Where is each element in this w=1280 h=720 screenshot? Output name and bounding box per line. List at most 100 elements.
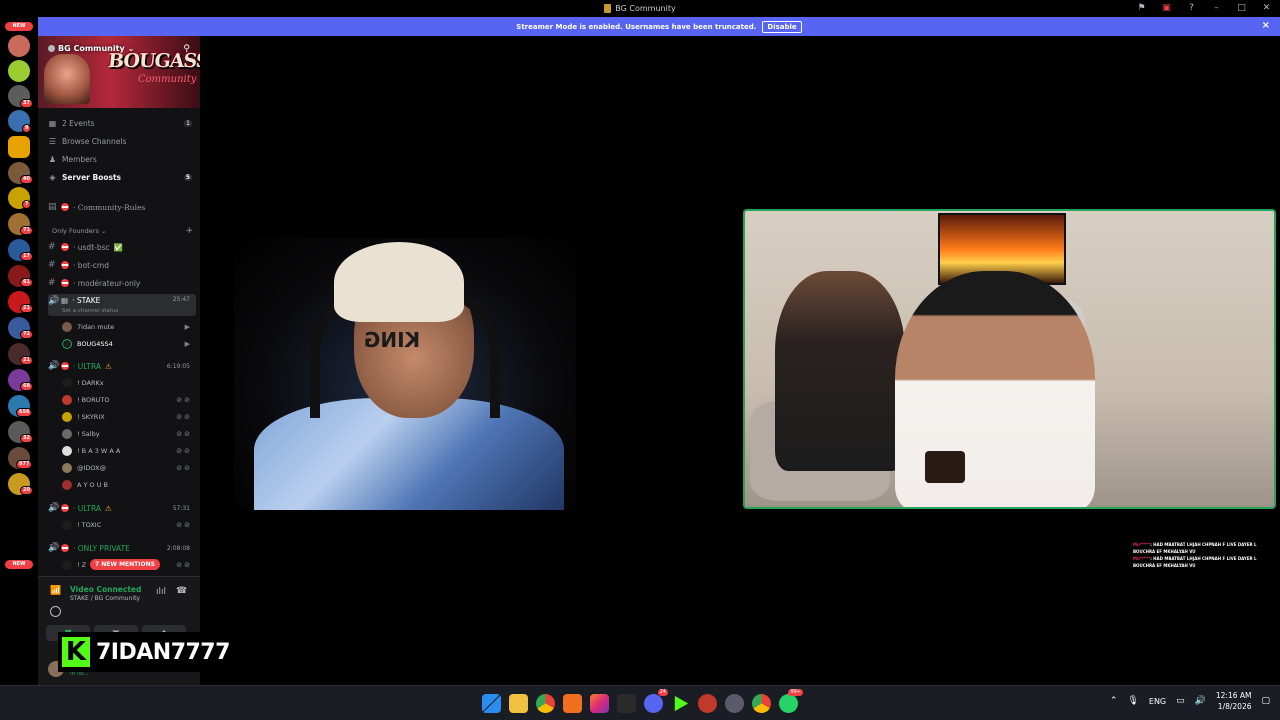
muted-deafened-icons: ⊘⊘ bbox=[176, 430, 192, 438]
muted-deafened-icons: ⊘⊘ bbox=[176, 464, 192, 472]
chat-text: : HAD MBATBAT LHJAH CHPNAH F LIVE DAYER … bbox=[1133, 542, 1257, 554]
avatar bbox=[62, 378, 72, 388]
chevron-down-icon: ⌄ bbox=[127, 44, 135, 53]
whatsapp-icon[interactable]: 99+ bbox=[779, 689, 803, 713]
minimize-icon[interactable]: – bbox=[1211, 2, 1222, 14]
events-count: 1 bbox=[184, 119, 192, 127]
server-boosts-link[interactable]: ◈ Server Boosts 5 bbox=[48, 170, 196, 184]
disable-streamer-mode-button[interactable]: Disable bbox=[762, 20, 802, 33]
server-badge: 20 bbox=[20, 486, 33, 495]
app-icon[interactable] bbox=[617, 694, 636, 713]
voice-user-row[interactable]: BOUG4SS4 ▶ bbox=[62, 337, 196, 351]
help-icon[interactable]: ? bbox=[1186, 2, 1197, 14]
microphone-icon[interactable]: 🎙 bbox=[1127, 696, 1138, 706]
inbox-icon[interactable]: ⚑ bbox=[1136, 2, 1147, 14]
channel-status-hint[interactable]: Set a channel status bbox=[62, 308, 118, 314]
channel-sidebar: BOUGASSAA Community BG Community ⌄ ⚲ ▦ 2… bbox=[38, 36, 200, 685]
voice-user-row[interactable]: ! DARKx bbox=[62, 376, 196, 390]
streamer-mode-banner: Streamer Mode is enabled. Usernames have… bbox=[38, 17, 1280, 36]
channel-timer: 2:08:08 bbox=[166, 544, 190, 552]
no-entry-icon bbox=[61, 279, 69, 287]
text-channel-icon: # bbox=[48, 242, 56, 252]
voice-status[interactable]: Video Connected bbox=[70, 585, 141, 594]
channel-usdt-bsc[interactable]: # · usdt-bsc ✅ bbox=[48, 240, 196, 254]
new-unread-pill[interactable]: NEW bbox=[5, 22, 33, 31]
chevron-up-icon[interactable]: ⌃ bbox=[1110, 696, 1118, 706]
members-link[interactable]: ♟ Members bbox=[48, 152, 196, 166]
voice-user-name: ! Salby bbox=[77, 430, 100, 438]
voice-user-row[interactable]: A Y O U B bbox=[62, 478, 196, 492]
server-icon[interactable] bbox=[8, 35, 30, 57]
voice-user-row[interactable]: ! SKYRIX ⊘⊘ bbox=[62, 410, 196, 424]
video-tile-right-speaking[interactable] bbox=[743, 209, 1276, 509]
app-launcher-icon[interactable] bbox=[563, 694, 582, 713]
server-banner[interactable]: BOUGASSAA Community BG Community ⌄ ⚲ bbox=[38, 36, 200, 108]
voice-channel-path[interactable]: STAKE / BG Community bbox=[70, 595, 140, 602]
new-unread-pill-bottom[interactable]: NEW bbox=[5, 560, 33, 569]
kick-app-icon[interactable] bbox=[674, 695, 689, 712]
text-channel-icon: # bbox=[48, 260, 56, 270]
close-banner-icon[interactable]: × bbox=[1262, 20, 1270, 31]
voice-user-name: ! SKYRIX bbox=[77, 413, 105, 421]
file-explorer-icon[interactable] bbox=[509, 694, 528, 713]
settings-icon[interactable] bbox=[725, 694, 744, 713]
close-window-icon[interactable]: ✕ bbox=[1261, 2, 1272, 14]
voice-user-row[interactable]: ! TOXIC ⊘⊘ bbox=[62, 518, 196, 532]
language-indicator[interactable]: ENG bbox=[1149, 697, 1166, 706]
noise-suppression-icon[interactable] bbox=[50, 606, 61, 617]
voice-user-row[interactable]: ! BORUTO ⊘⊘ bbox=[62, 393, 196, 407]
channel-moderateur-only[interactable]: # · modérateur-only bbox=[48, 276, 196, 290]
chat-text: : HAD MBATBAT LHJAH CHPNAH F LIVE DAYER … bbox=[1133, 556, 1257, 568]
browse-channels-link[interactable]: ☰ Browse Channels bbox=[48, 134, 196, 148]
muted-deafened-icons: ⊘⊘ bbox=[176, 521, 192, 529]
volume-icon[interactable]: 🔊 bbox=[1195, 696, 1206, 706]
channel-community-rules[interactable]: ▤ · Community-Rules bbox=[48, 200, 196, 214]
avatar bbox=[62, 395, 72, 405]
voice-user-name: ! B A 3 W A A bbox=[77, 447, 121, 455]
avatar bbox=[62, 463, 72, 473]
chrome-icon[interactable] bbox=[536, 694, 555, 713]
system-clock[interactable]: 12:16 AM 1/8/2026 bbox=[1216, 690, 1252, 712]
instagram-icon[interactable] bbox=[590, 694, 609, 713]
channel-bot-cmd[interactable]: # · bot-cmd bbox=[48, 258, 196, 272]
warning-icon: ⚠ bbox=[105, 503, 112, 513]
windows-start-icon[interactable] bbox=[482, 694, 501, 713]
category-only-founders[interactable]: Only Founders ⌄ + bbox=[52, 225, 197, 237]
voice-user-row[interactable]: @IDOX@ ⊘⊘ bbox=[62, 461, 196, 475]
boosts-label: Server Boosts bbox=[62, 172, 122, 182]
video-tile-left[interactable]: KING bbox=[234, 238, 576, 510]
soundboard-icon[interactable]: ılıl bbox=[156, 587, 166, 597]
channel-ultra-1[interactable]: 🔊 · ULTRA ⚠ 6:19:05 bbox=[48, 359, 196, 373]
voice-user-row[interactable]: 7idan mute ▶ bbox=[62, 320, 196, 334]
server-badge: 7 bbox=[22, 200, 32, 209]
voice-user-name: @IDOX@ bbox=[77, 464, 107, 472]
no-entry-icon bbox=[61, 362, 69, 370]
maximize-icon[interactable]: □ bbox=[1236, 2, 1247, 14]
notification-icon[interactable]: ▢ bbox=[1261, 696, 1270, 706]
channel-label: · modérateur-only bbox=[73, 278, 141, 288]
channel-label: · STAKE bbox=[72, 296, 101, 305]
boost-icon: ◈ bbox=[49, 172, 56, 182]
server-icon[interactable] bbox=[8, 60, 30, 82]
server-name[interactable]: BG Community ⌄ bbox=[48, 44, 134, 53]
signal-strength-icon[interactable]: 📶 bbox=[50, 586, 61, 596]
obs-icon[interactable] bbox=[698, 694, 717, 713]
avatar bbox=[62, 520, 72, 530]
discord-icon[interactable]: 24 bbox=[644, 689, 668, 713]
channel-only-private[interactable]: 🔊 · ONLY PRIVATE 2:08:08 bbox=[48, 541, 196, 555]
server-icon[interactable] bbox=[8, 136, 30, 158]
voice-user-row[interactable]: ! Salby ⊘⊘ bbox=[62, 427, 196, 441]
discord-badge: 24 bbox=[657, 689, 668, 696]
avatar bbox=[62, 412, 72, 422]
create-channel-icon[interactable]: + bbox=[185, 226, 193, 236]
new-mentions-pill[interactable]: 7 NEW MENTIONS bbox=[90, 559, 160, 570]
server-badge: 72 bbox=[20, 330, 33, 339]
screen-share-icon[interactable]: ▣ bbox=[1161, 2, 1172, 14]
channel-ultra-2[interactable]: 🔊 · ULTRA ⚠ 57:31 bbox=[48, 501, 196, 515]
events-link[interactable]: ▦ 2 Events 1 bbox=[48, 116, 196, 130]
chrome-icon[interactable] bbox=[752, 694, 771, 713]
display-icon[interactable]: ▭ bbox=[1176, 696, 1185, 706]
disconnect-icon[interactable]: ☎ bbox=[176, 586, 187, 596]
voice-user-row[interactable]: ! B A 3 W A A ⊘⊘ bbox=[62, 444, 196, 458]
invite-people-icon[interactable]: ⚲ bbox=[183, 44, 190, 54]
